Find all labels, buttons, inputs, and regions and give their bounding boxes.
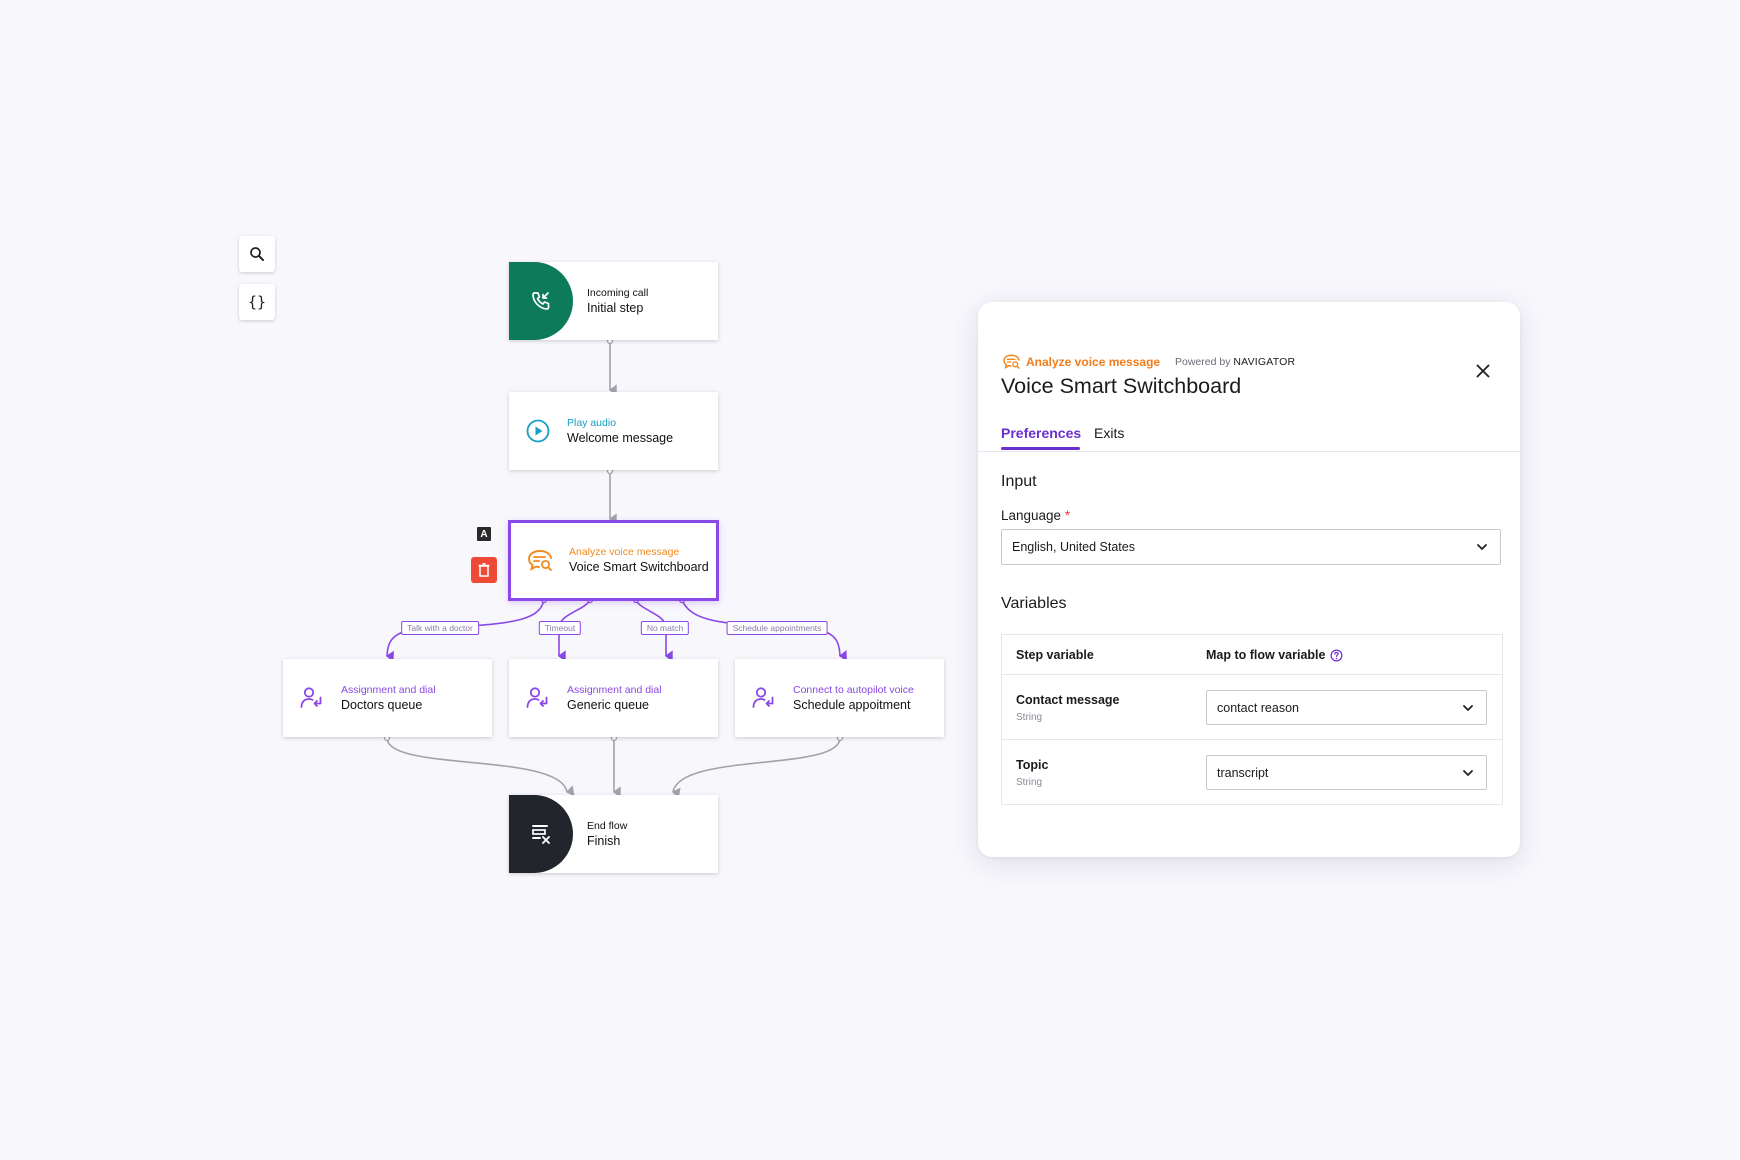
tabs-divider (978, 451, 1520, 452)
table-divider (1002, 804, 1502, 805)
panel-title: Voice Smart Switchboard (1001, 374, 1242, 398)
node-name: Generic queue (567, 697, 650, 712)
node-name: Doctors queue (341, 697, 423, 712)
topic-value: transcript (1217, 765, 1269, 780)
chevron-down-icon (1463, 769, 1473, 776)
row-topic-type: String (1016, 777, 1043, 788)
close-icon (1476, 364, 1490, 378)
row-contact-message-name: Contact message (1016, 693, 1120, 707)
node-name: Welcome message (567, 430, 674, 445)
node-name: Finish (587, 833, 621, 848)
play-circle-icon (509, 392, 567, 470)
assign-dial-icon (283, 659, 341, 737)
node-type: Play audio (567, 416, 617, 429)
help-icon[interactable] (1330, 649, 1343, 662)
topic-select[interactable]: transcript (1206, 755, 1487, 790)
language-label-text: Language (1001, 508, 1062, 523)
branch-label-schedule: Schedule appointments (726, 621, 828, 635)
panel-step-type: Analyze voice message (1026, 355, 1161, 369)
node-name: Schedule appoitment (793, 697, 911, 712)
chevron-down-icon (1463, 704, 1473, 711)
end-flow-icon (509, 795, 573, 873)
active-tab-indicator (1001, 447, 1080, 450)
node-badge: A (477, 527, 491, 541)
step-properties-panel: Analyze voice message Powered by NAVIGAT… (978, 302, 1520, 857)
flow-node-play-audio[interactable]: Play audio Welcome message (509, 392, 718, 470)
flow-node-doctors-queue[interactable]: Assignment and dial Doctors queue (283, 659, 492, 737)
provider-name: NAVIGATOR (1233, 356, 1296, 368)
col-step-variable: Step variable (1016, 648, 1094, 662)
analyze-voice-icon (1003, 354, 1020, 369)
node-type: Connect to autopilot voice (793, 683, 914, 696)
flow-node-incoming-call[interactable]: Incoming call Initial step (509, 262, 718, 340)
tab-preferences[interactable]: Preferences (1001, 425, 1081, 441)
powered-by-text: Powered by (1175, 356, 1231, 368)
node-name: Initial step (587, 300, 644, 315)
assign-dial-icon (509, 659, 567, 737)
node-type: Incoming call (587, 286, 649, 299)
flow-node-autopilot[interactable]: Connect to autopilot voice Schedule appo… (735, 659, 944, 737)
branch-label-timeout: Timeout (538, 621, 582, 635)
flow-node-analyze-voice[interactable]: Analyze voice message Voice Smart Switch… (508, 520, 719, 601)
flow-node-generic-queue[interactable]: Assignment and dial Generic queue (509, 659, 718, 737)
node-type: End flow (587, 819, 628, 832)
language-select[interactable]: English, United States (1001, 529, 1501, 565)
language-label: Language * (1001, 508, 1070, 523)
table-divider (1002, 739, 1502, 740)
col-map-variable-text: Map to flow variable (1206, 648, 1326, 662)
assign-dial-icon (735, 659, 793, 737)
node-type: Assignment and dial (341, 683, 436, 696)
branch-label-no-match: No match (640, 621, 690, 635)
delete-node-button[interactable] (471, 557, 497, 583)
language-value: English, United States (1012, 540, 1135, 554)
trash-icon (478, 563, 490, 577)
table-divider (1002, 674, 1502, 675)
close-button[interactable] (1472, 360, 1494, 382)
node-type: Assignment and dial (567, 683, 662, 696)
contact-message-value: contact reason (1217, 700, 1299, 715)
chevron-down-icon (1477, 544, 1487, 550)
row-topic-name: Topic (1016, 758, 1049, 772)
node-type: Analyze voice message (569, 546, 680, 558)
row-contact-message-type: String (1016, 712, 1043, 723)
col-map-variable: Map to flow variable (1206, 648, 1343, 662)
branch-label-talk-doctor: Talk with a doctor (401, 621, 479, 635)
contact-message-select[interactable]: contact reason (1206, 690, 1487, 725)
powered-by: Powered by NAVIGATOR (1175, 356, 1295, 368)
input-heading: Input (1001, 473, 1037, 490)
analyze-voice-icon (511, 523, 569, 598)
required-mark: * (1064, 508, 1071, 523)
variables-table: Step variable Map to flow variable Conta… (1001, 634, 1503, 805)
tab-exits[interactable]: Exits (1094, 425, 1124, 441)
node-name: Voice Smart Switchboard (569, 560, 709, 574)
variables-heading: Variables (1001, 595, 1067, 612)
flow-node-end-flow[interactable]: End flow Finish (509, 795, 718, 873)
phone-incoming-icon (509, 262, 573, 340)
